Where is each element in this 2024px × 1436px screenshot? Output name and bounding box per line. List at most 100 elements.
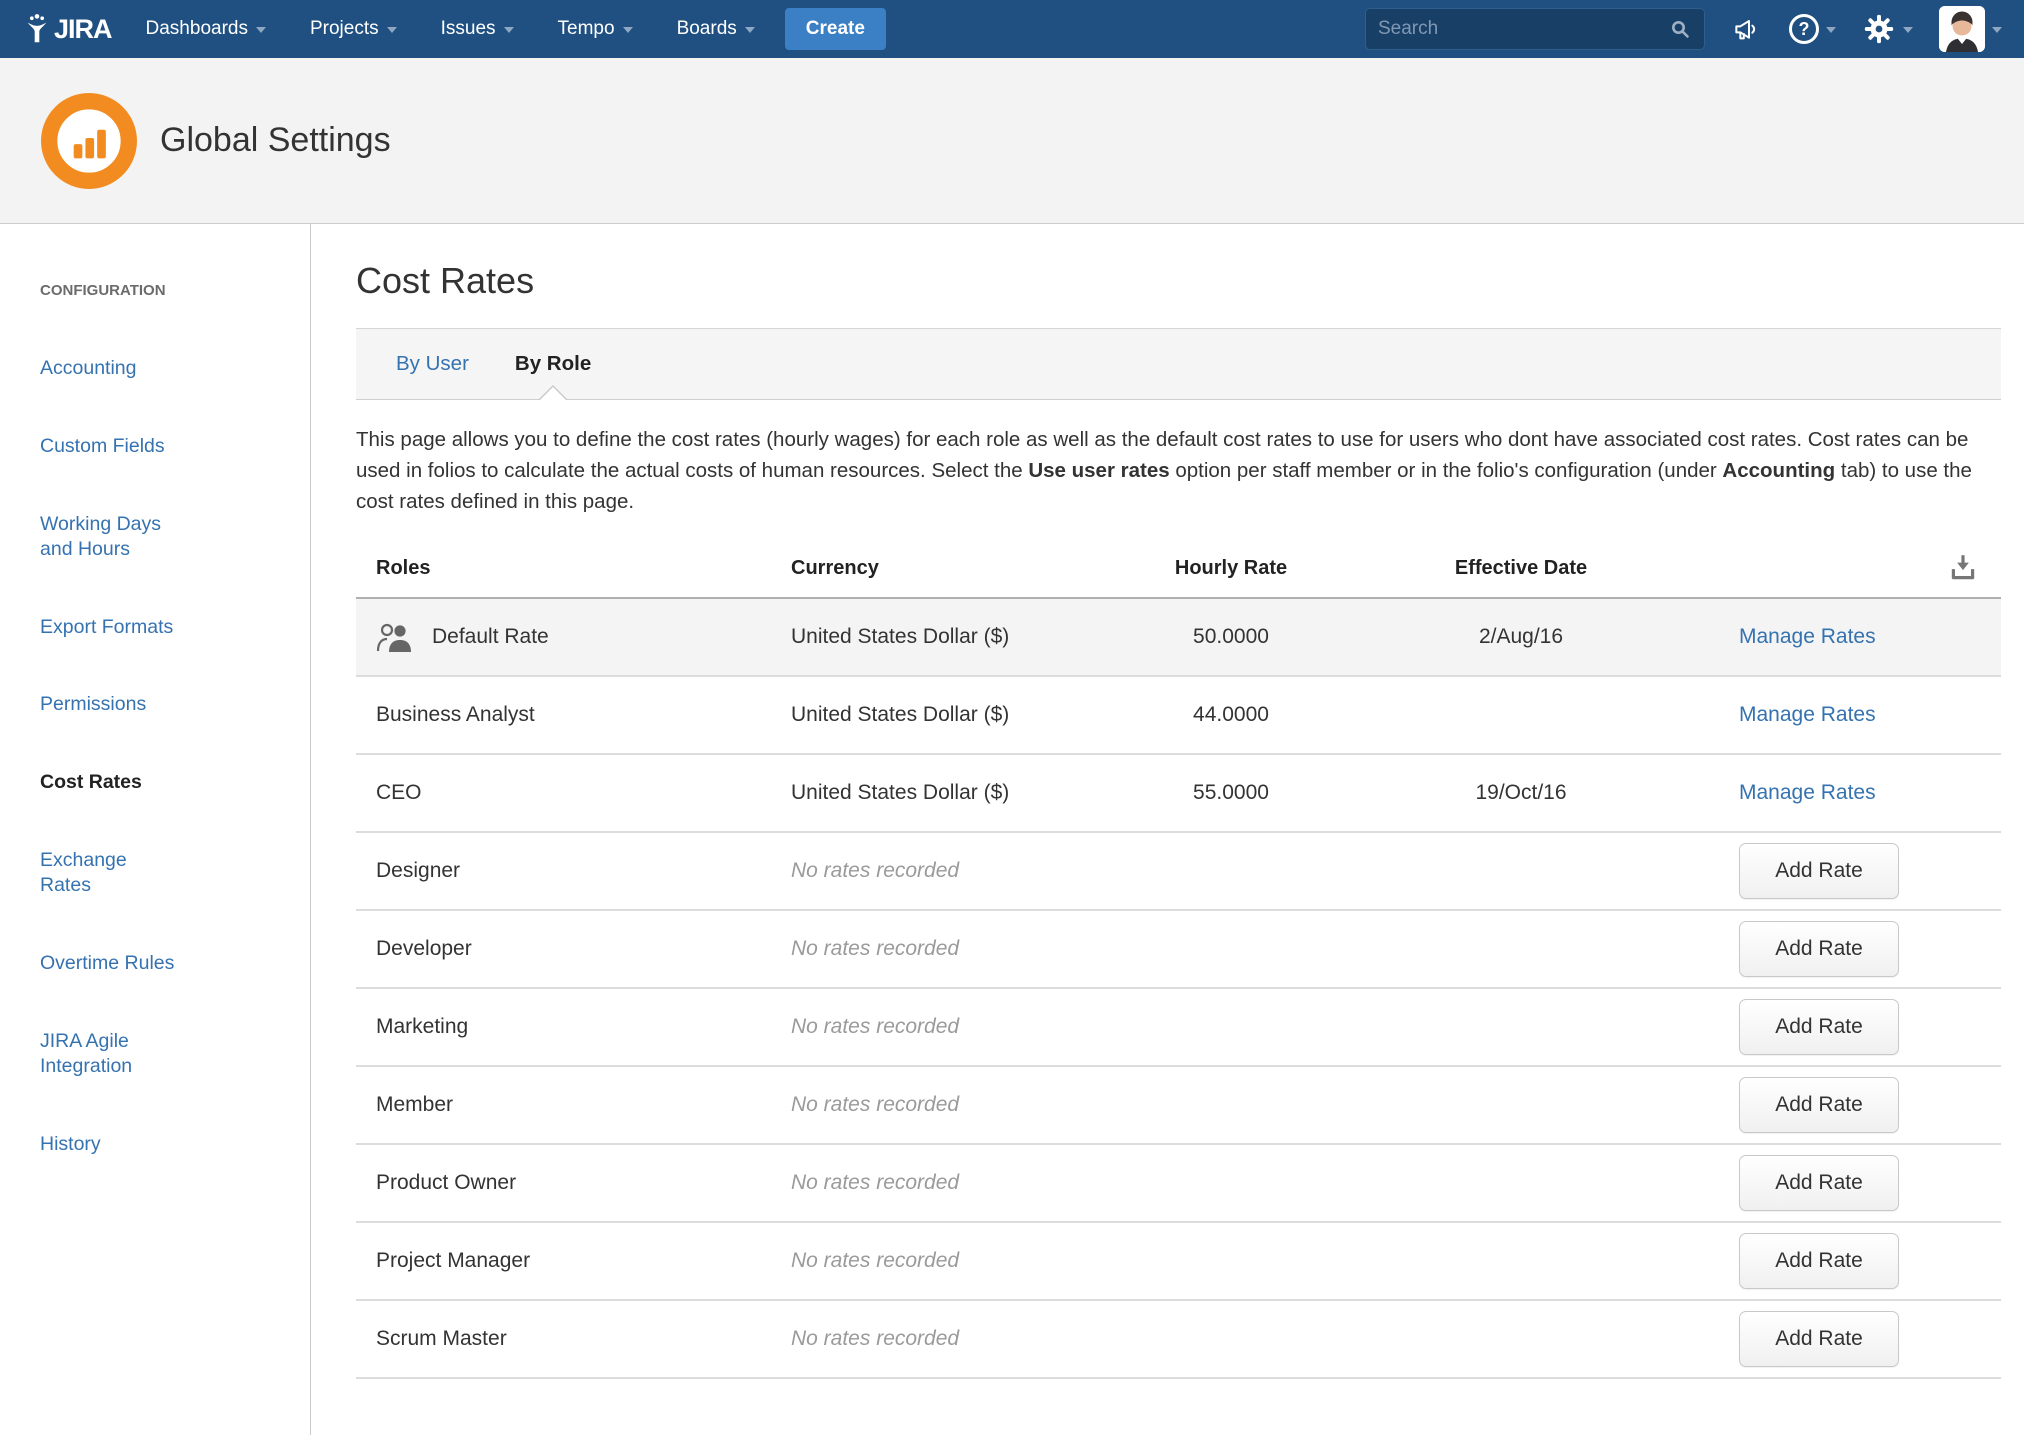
cost-rates-table: Roles Currency Hourly Rate Effective Dat… bbox=[356, 539, 2001, 1379]
settings-button[interactable] bbox=[1862, 12, 1913, 46]
currency-cell: No rates recorded bbox=[791, 1093, 1121, 1117]
nav-menu: Dashboards Projects Issues Tempo Boards bbox=[146, 18, 755, 40]
currency-cell: United States Dollar ($) bbox=[791, 781, 1121, 805]
sidebar-section-title: CONFIGURATION bbox=[40, 282, 290, 299]
table-row: Designer No rates recorded Add Rate bbox=[356, 833, 2001, 911]
column-header-effective-date: Effective Date bbox=[1341, 557, 1701, 580]
role-name: Business Analyst bbox=[376, 703, 535, 727]
gear-icon bbox=[1862, 12, 1896, 46]
top-nav: JIRA Dashboards Projects Issues Tempo Bo… bbox=[0, 0, 2024, 58]
hourly-rate-cell: 44.0000 bbox=[1121, 703, 1341, 727]
chevron-down-icon bbox=[256, 27, 266, 33]
role-name: Project Manager bbox=[376, 1249, 530, 1273]
search-box[interactable] bbox=[1365, 8, 1705, 50]
profile-button[interactable] bbox=[1939, 6, 2002, 52]
page-description: This page allows you to define the cost … bbox=[356, 424, 2001, 517]
table-row: Project Manager No rates recorded Add Ra… bbox=[356, 1223, 2001, 1301]
jira-logo[interactable]: JIRA bbox=[22, 13, 112, 45]
column-header-currency: Currency bbox=[791, 557, 1121, 580]
tab-strip: By User By Role bbox=[356, 328, 2001, 400]
role-name: Scrum Master bbox=[376, 1327, 507, 1351]
manage-rates-link[interactable]: Manage Rates bbox=[1739, 781, 1876, 805]
sidebar-item-exchange-rates[interactable]: Exchange Rates bbox=[40, 822, 290, 898]
table-row: Marketing No rates recorded Add Rate bbox=[356, 989, 2001, 1067]
nav-menu-item-tempo[interactable]: Tempo bbox=[558, 18, 633, 40]
nav-menu-item-boards[interactable]: Boards bbox=[677, 18, 755, 40]
table-row: CEO United States Dollar ($) 55.0000 19/… bbox=[356, 755, 2001, 833]
manage-rates-link[interactable]: Manage Rates bbox=[1739, 703, 1876, 727]
role-name: Default Rate bbox=[432, 625, 549, 649]
sidebar-item-cost-rates[interactable]: Cost Rates bbox=[40, 745, 290, 796]
currency-cell: No rates recorded bbox=[791, 1015, 1121, 1039]
add-rate-button[interactable]: Add Rate bbox=[1739, 999, 1899, 1055]
jira-brand-text: JIRA bbox=[54, 14, 112, 45]
role-name: CEO bbox=[376, 781, 422, 805]
table-row: Product Owner No rates recorded Add Rate bbox=[356, 1145, 2001, 1223]
column-header-roles: Roles bbox=[356, 557, 791, 580]
currency-cell: No rates recorded bbox=[791, 1327, 1121, 1351]
column-header-hourly-rate: Hourly Rate bbox=[1121, 557, 1341, 580]
page-title: Cost Rates bbox=[356, 260, 2001, 302]
help-button[interactable]: ? bbox=[1789, 14, 1836, 44]
announcement-button[interactable] bbox=[1731, 13, 1763, 45]
sidebar-item-export-formats[interactable]: Export Formats bbox=[40, 589, 290, 640]
nav-menu-item-issues[interactable]: Issues bbox=[441, 18, 514, 40]
hourly-rate-cell: 55.0000 bbox=[1121, 781, 1341, 805]
add-rate-button[interactable]: Add Rate bbox=[1739, 843, 1899, 899]
table-header-row: Roles Currency Hourly Rate Effective Dat… bbox=[356, 539, 2001, 599]
export-download-icon[interactable] bbox=[1947, 552, 1979, 584]
table-row: Scrum Master No rates recorded Add Rate bbox=[356, 1301, 2001, 1379]
search-input[interactable] bbox=[1378, 18, 1668, 40]
add-rate-button[interactable]: Add Rate bbox=[1739, 921, 1899, 977]
table-row: Member No rates recorded Add Rate bbox=[356, 1067, 2001, 1145]
sidebar-item-jira-agile-integration[interactable]: JIRA Agile Integration bbox=[40, 1003, 290, 1079]
sidebar-item-history[interactable]: History bbox=[40, 1106, 290, 1157]
sidebar-item-working-days-and-hours[interactable]: Working Days and Hours bbox=[40, 486, 290, 562]
create-button[interactable]: Create bbox=[785, 8, 886, 50]
page-header-title: Global Settings bbox=[160, 121, 391, 160]
role-name: Developer bbox=[376, 937, 472, 961]
currency-cell: No rates recorded bbox=[791, 1171, 1121, 1195]
nav-menu-item-dashboards[interactable]: Dashboards bbox=[146, 18, 266, 40]
add-rate-button[interactable]: Add Rate bbox=[1739, 1233, 1899, 1289]
currency-cell: United States Dollar ($) bbox=[791, 625, 1121, 649]
group-icon bbox=[376, 620, 414, 654]
sidebar-item-custom-fields[interactable]: Custom Fields bbox=[40, 409, 290, 460]
add-rate-button[interactable]: Add Rate bbox=[1739, 1077, 1899, 1133]
role-name: Product Owner bbox=[376, 1171, 516, 1195]
currency-cell: No rates recorded bbox=[791, 1249, 1121, 1273]
tab-by-user[interactable]: By User bbox=[396, 329, 469, 399]
chevron-down-icon bbox=[623, 27, 633, 33]
currency-cell: No rates recorded bbox=[791, 937, 1121, 961]
sidebar-item-permissions[interactable]: Permissions bbox=[40, 667, 290, 718]
tempo-logo-icon bbox=[40, 92, 138, 190]
chevron-down-icon bbox=[1826, 27, 1836, 33]
sidebar-item-accounting[interactable]: Accounting bbox=[40, 331, 290, 382]
role-name: Designer bbox=[376, 859, 460, 883]
sidebar: CONFIGURATION Accounting Custom Fields W… bbox=[0, 224, 311, 1435]
tab-by-role[interactable]: By Role bbox=[515, 329, 591, 399]
help-icon: ? bbox=[1789, 14, 1819, 44]
search-icon[interactable] bbox=[1668, 17, 1692, 41]
add-rate-button[interactable]: Add Rate bbox=[1739, 1155, 1899, 1211]
jira-logo-icon bbox=[22, 13, 52, 45]
table-row: Developer No rates recorded Add Rate bbox=[356, 911, 2001, 989]
chevron-down-icon bbox=[387, 27, 397, 33]
sidebar-item-overtime-rules[interactable]: Overtime Rules bbox=[40, 926, 290, 977]
hourly-rate-cell: 50.0000 bbox=[1121, 625, 1341, 649]
effective-date-cell: 19/Oct/16 bbox=[1341, 781, 1701, 805]
table-row: Default Rate United States Dollar ($) 50… bbox=[356, 599, 2001, 677]
table-row: Business Analyst United States Dollar ($… bbox=[356, 677, 2001, 755]
currency-cell: No rates recorded bbox=[791, 859, 1121, 883]
role-name: Member bbox=[376, 1093, 453, 1117]
nav-menu-item-projects[interactable]: Projects bbox=[310, 18, 397, 40]
chevron-down-icon bbox=[745, 27, 755, 33]
add-rate-button[interactable]: Add Rate bbox=[1739, 1311, 1899, 1367]
main-content: Cost Rates By User By Role This page all… bbox=[311, 224, 2024, 1435]
effective-date-cell: 2/Aug/16 bbox=[1341, 625, 1701, 649]
chevron-down-icon bbox=[1992, 27, 2002, 33]
page-header: Global Settings bbox=[0, 58, 2024, 224]
manage-rates-link[interactable]: Manage Rates bbox=[1739, 625, 1876, 649]
role-name: Marketing bbox=[376, 1015, 468, 1039]
chevron-down-icon bbox=[504, 27, 514, 33]
